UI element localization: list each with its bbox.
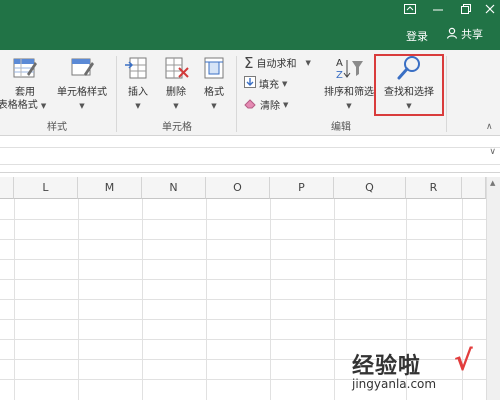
- share-button[interactable]: 共享: [446, 26, 483, 42]
- eraser-icon: [244, 97, 257, 112]
- vertical-scrollbar[interactable]: ▲: [486, 177, 500, 400]
- group-separator: [116, 56, 117, 132]
- fill-button[interactable]: 填充 ▼: [244, 76, 287, 91]
- column-header-partial: [462, 177, 486, 199]
- chevron-down-icon: ▼: [135, 102, 141, 110]
- ribbon-display-options-icon[interactable]: [396, 0, 424, 22]
- person-icon: [446, 27, 458, 42]
- highlight-box: [374, 54, 444, 116]
- spreadsheet-grid[interactable]: L M N O P Q R ▲: [0, 173, 500, 400]
- column-header-n[interactable]: N: [142, 177, 206, 199]
- delete-label: 删除: [166, 87, 186, 98]
- checkmark-icon: √: [454, 344, 473, 377]
- formula-input[interactable]: [0, 147, 500, 165]
- gridline: [0, 299, 486, 300]
- autosum-button[interactable]: Σ 自动求和 ▼: [244, 55, 311, 70]
- login-link[interactable]: 登录: [406, 28, 428, 44]
- column-header-p[interactable]: P: [270, 177, 334, 199]
- cell-styles-icon: [68, 58, 96, 85]
- cell-styles-label: 单元格样式: [57, 87, 107, 98]
- format-as-table-icon: [11, 58, 39, 85]
- chevron-down-icon: ▼: [40, 102, 47, 110]
- title-bar: 登录 共享: [0, 0, 500, 50]
- expand-formula-bar-icon[interactable]: ∨: [489, 147, 496, 157]
- sort-filter-icon: A Z: [334, 58, 364, 85]
- column-header-partial: [0, 177, 14, 199]
- chevron-down-icon: ▼: [346, 102, 352, 110]
- chevron-down-icon: ▼: [282, 79, 288, 88]
- clear-label: 清除: [260, 101, 280, 112]
- chevron-down-icon: ▼: [211, 102, 217, 110]
- group-separator: [446, 56, 447, 132]
- group-label-styles: 样式: [47, 122, 67, 133]
- sort-filter-label: 排序和筛选: [324, 87, 374, 98]
- autosum-label: 自动求和: [256, 59, 297, 70]
- insert-button[interactable]: 插入 ▼: [120, 54, 156, 113]
- clear-button[interactable]: 清除 ▼: [244, 97, 288, 112]
- close-icon[interactable]: [476, 0, 500, 22]
- fill-label: 填充: [259, 80, 279, 91]
- formula-bar: ∨: [0, 137, 500, 173]
- svg-text:Z: Z: [336, 70, 343, 81]
- column-header-r[interactable]: R: [406, 177, 462, 199]
- delete-button[interactable]: 删除 ▼: [158, 54, 194, 113]
- column-header-l[interactable]: L: [14, 177, 78, 199]
- svg-text:A: A: [336, 58, 343, 69]
- gridline: [0, 219, 486, 220]
- gridline: [0, 279, 486, 280]
- delete-cells-icon: [162, 57, 190, 85]
- format-button[interactable]: 格式 ▼: [196, 54, 232, 113]
- scroll-up-icon[interactable]: ▲: [490, 179, 495, 187]
- gridline: [0, 259, 486, 260]
- fill-down-icon: [244, 76, 256, 91]
- column-header-m[interactable]: M: [78, 177, 142, 199]
- gridline: [0, 339, 486, 340]
- chevron-down-icon: ▼: [305, 58, 311, 67]
- group-label-cells: 单元格: [162, 122, 192, 133]
- share-label: 共享: [461, 28, 483, 41]
- format-as-table-button[interactable]: 套用 表格格式 ▼: [0, 54, 50, 113]
- chevron-down-icon: ▼: [173, 102, 179, 110]
- group-label-editing: 编辑: [331, 122, 351, 133]
- gridline: [0, 319, 486, 320]
- cell-styles-button[interactable]: 单元格样式 ▼: [54, 54, 110, 113]
- sigma-icon: Σ: [244, 53, 254, 72]
- collapse-ribbon-icon[interactable]: ∧: [486, 122, 493, 132]
- minimize-icon[interactable]: [424, 0, 452, 22]
- insert-cells-icon: [124, 57, 152, 85]
- column-header-q[interactable]: Q: [334, 177, 406, 199]
- chevron-down-icon: ▼: [283, 100, 289, 109]
- format-label: 格式: [204, 87, 224, 98]
- column-header-o[interactable]: O: [206, 177, 270, 199]
- format-as-table-label-2: 表格格式: [0, 100, 38, 111]
- gridline: [0, 239, 486, 240]
- insert-label: 插入: [128, 87, 148, 98]
- sort-filter-button[interactable]: A Z 排序和筛选 ▼: [320, 54, 378, 113]
- watermark-title: 经验啦: [352, 354, 422, 379]
- watermark-url: jingyanla.com: [352, 377, 437, 391]
- group-separator: [236, 56, 237, 132]
- format-cells-icon: [200, 57, 228, 85]
- chevron-down-icon: ▼: [79, 102, 85, 110]
- format-as-table-label-1: 套用: [15, 87, 35, 98]
